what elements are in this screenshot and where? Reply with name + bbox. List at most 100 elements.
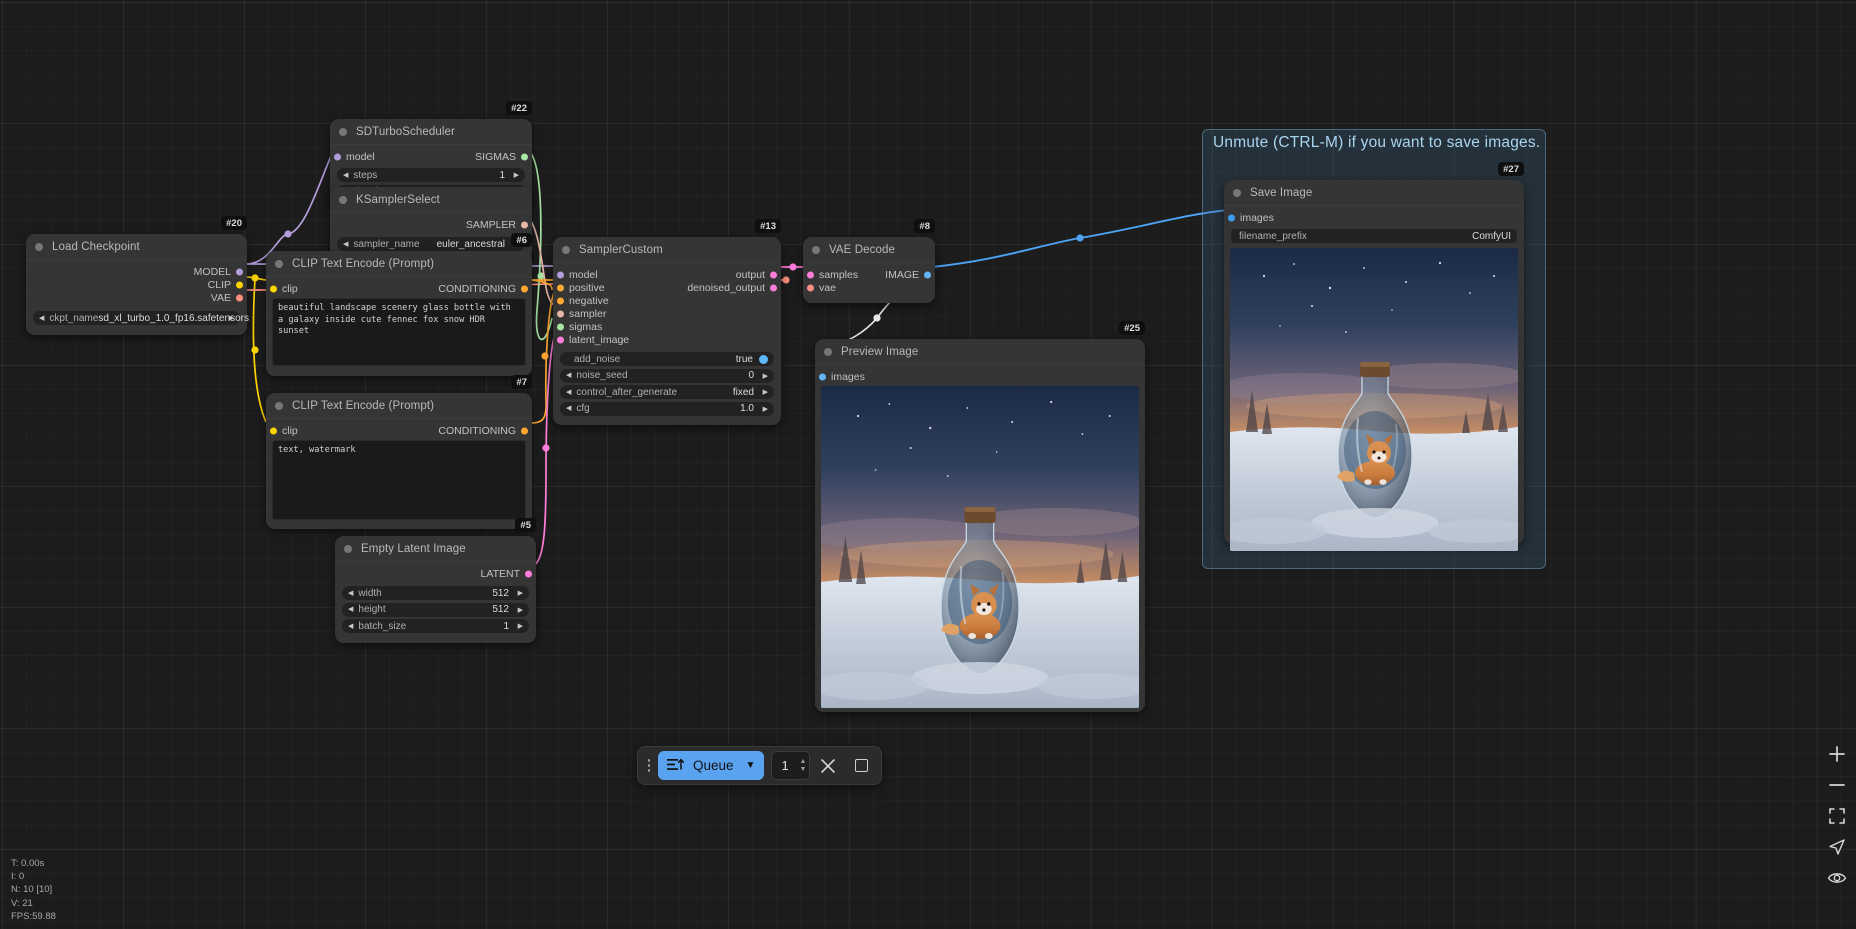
node-samplercustom[interactable]: #13 SamplerCustom model output positive … <box>553 237 781 425</box>
input-slot-vae[interactable]: vae <box>803 281 935 294</box>
collapse-icon[interactable] <box>339 128 347 136</box>
port-dot-clip[interactable] <box>236 281 243 288</box>
drag-handle-icon[interactable] <box>643 755 655 777</box>
select-tool-button[interactable] <box>1824 835 1850 859</box>
collapse-icon[interactable] <box>1233 189 1241 197</box>
node-vae-decode[interactable]: #8 VAE Decode samples IMAGE vae <box>803 237 935 303</box>
collapse-icon[interactable] <box>824 348 832 356</box>
collapse-icon[interactable] <box>562 246 570 254</box>
port-dot-sampler[interactable] <box>521 221 528 228</box>
batch-count-stepper[interactable]: 1 ▲ ▼ <box>771 751 810 780</box>
collapse-icon[interactable] <box>344 545 352 553</box>
node-preview-image[interactable]: #25 Preview Image images <box>815 339 1145 712</box>
port-dot-image[interactable] <box>924 271 931 278</box>
port-dot-samples[interactable] <box>807 271 814 278</box>
port-dot-model[interactable] <box>557 271 564 278</box>
input-slot-images[interactable]: images <box>1224 211 1524 224</box>
toggle-indicator[interactable] <box>759 355 768 364</box>
widget-add-noise[interactable]: add_noise true <box>560 352 774 366</box>
canvas-tool-rail[interactable] <box>1824 742 1850 890</box>
node-load-checkpoint[interactable]: #20 Load Checkpoint MODEL CLIP VAE ◀ ckp… <box>26 234 247 335</box>
decrement-icon[interactable]: ◀ <box>343 172 348 179</box>
node-title-bar[interactable]: Save Image <box>1224 180 1524 205</box>
stepper-up-icon[interactable]: ▲ <box>799 758 806 765</box>
stepper-down-icon[interactable]: ▼ <box>799 766 806 773</box>
port-dot-images[interactable] <box>819 373 826 380</box>
port-dot-sigmas[interactable] <box>557 323 564 330</box>
input-slot-sigmas[interactable]: sigmas <box>553 320 781 333</box>
node-clip-text-encode-positive[interactable]: #6 CLIP Text Encode (Prompt) clip CONDIT… <box>266 251 532 376</box>
preview-image-thumbnail[interactable] <box>821 386 1139 708</box>
node-title-bar[interactable]: Preview Image <box>815 339 1145 364</box>
widget-height[interactable]: ◀ height 512 <box>342 603 529 617</box>
node-title-bar[interactable]: SamplerCustom <box>553 237 781 262</box>
collapse-icon[interactable] <box>275 402 283 410</box>
input-slot-latent-image[interactable]: latent_image <box>553 333 781 346</box>
collapse-icon[interactable] <box>339 196 347 204</box>
widget-width[interactable]: ◀ width 512 <box>342 586 529 600</box>
node-clip-text-encode-negative[interactable]: #7 CLIP Text Encode (Prompt) clip CONDIT… <box>266 393 532 529</box>
port-dot-model[interactable] <box>334 153 341 160</box>
cancel-button[interactable] <box>813 751 843 780</box>
decrement-icon[interactable]: ◀ <box>348 590 353 597</box>
decrement-icon[interactable]: ◀ <box>566 389 571 396</box>
node-title-bar[interactable]: CLIP Text Encode (Prompt) <box>266 393 532 418</box>
port-dot-positive[interactable] <box>557 284 564 291</box>
port-dot-denoised-output[interactable] <box>770 284 777 291</box>
port-dot-clip[interactable] <box>270 285 277 292</box>
input-slot-negative[interactable]: negative <box>553 294 781 307</box>
port-dot-negative[interactable] <box>557 297 564 304</box>
slot-row-clip-conditioning[interactable]: clip CONDITIONING <box>266 424 532 437</box>
collapse-icon[interactable] <box>812 246 820 254</box>
widget-ckpt-name[interactable]: ◀ ckpt_name sd_xl_turbo_1.0_fp16.safeten… <box>33 311 240 325</box>
node-save-image[interactable]: #27 Save Image images filename_prefix Co… <box>1224 180 1524 544</box>
widget-control-after-generate[interactable]: ◀ control_after_generate fixed <box>560 385 774 399</box>
node-title-bar[interactable]: CLIP Text Encode (Prompt) <box>266 251 532 276</box>
node-title-bar[interactable]: SDTurboScheduler <box>330 119 532 144</box>
node-title-bar[interactable]: Load Checkpoint <box>26 234 247 259</box>
node-title-bar[interactable]: VAE Decode <box>803 237 935 262</box>
widget-sampler-name[interactable]: ◀ sampler_name euler_ancestral <box>337 237 525 251</box>
widget-steps[interactable]: ◀ steps 1 <box>337 168 525 182</box>
chevron-down-icon[interactable]: ▼ <box>746 760 756 771</box>
decrement-icon[interactable]: ◀ <box>343 241 348 248</box>
output-slot-sampler[interactable]: SAMPLER <box>330 218 532 231</box>
output-slot-latent[interactable]: LATENT <box>335 567 536 580</box>
bottom-toolbar[interactable]: Queue ▼ 1 ▲ ▼ <box>637 746 882 785</box>
input-slot-images[interactable]: images <box>815 370 1145 383</box>
saved-image-thumbnail[interactable] <box>1230 248 1518 551</box>
prompt-textarea[interactable]: beautiful landscape scenery glass bottle… <box>272 298 526 366</box>
port-dot-vae[interactable] <box>807 284 814 291</box>
port-dot-output[interactable] <box>770 271 777 278</box>
decrement-icon[interactable]: ◀ <box>348 606 353 613</box>
slot-row-samples-image[interactable]: samples IMAGE <box>803 268 935 281</box>
toggle-visibility-button[interactable] <box>1824 866 1850 890</box>
queue-button[interactable]: Queue ▼ <box>658 751 764 780</box>
widget-filename-prefix[interactable]: filename_prefix ComfyUI <box>1231 229 1517 243</box>
port-dot-sigmas[interactable] <box>521 153 528 160</box>
decrement-icon[interactable]: ◀ <box>566 405 571 412</box>
slot-row-model-sigmas[interactable]: model SIGMAS <box>330 150 532 163</box>
slot-row-model-output[interactable]: model output <box>553 268 781 281</box>
stop-button[interactable] <box>846 751 876 780</box>
widget-batch-size[interactable]: ◀ batch_size 1 <box>342 619 529 633</box>
node-title-bar[interactable]: KSamplerSelect <box>330 187 532 212</box>
stepper-arrows[interactable]: ▲ ▼ <box>799 758 806 773</box>
widget-noise-seed[interactable]: ◀ noise_seed 0 <box>560 369 774 383</box>
batch-count-value[interactable]: 1 <box>781 758 794 773</box>
port-dot-conditioning[interactable] <box>521 427 528 434</box>
prompt-textarea[interactable]: text, watermark <box>272 440 526 520</box>
decrement-icon[interactable]: ◀ <box>348 623 353 630</box>
widget-cfg[interactable]: ◀ cfg 1.0 <box>560 402 774 416</box>
node-ksamplerselect[interactable]: KSamplerSelect SAMPLER ◀ sampler_name eu… <box>330 187 532 261</box>
port-dot-conditioning[interactable] <box>521 285 528 292</box>
port-dot-sampler[interactable] <box>557 310 564 317</box>
port-dot-latent-image[interactable] <box>557 336 564 343</box>
output-slot-model[interactable]: MODEL <box>26 265 247 278</box>
port-dot-vae[interactable] <box>236 294 243 301</box>
fit-view-button[interactable] <box>1824 804 1850 828</box>
slot-row-clip-conditioning[interactable]: clip CONDITIONING <box>266 282 532 295</box>
port-dot-model[interactable] <box>236 268 243 275</box>
collapse-icon[interactable] <box>275 260 283 268</box>
decrement-icon[interactable]: ◀ <box>39 315 44 322</box>
